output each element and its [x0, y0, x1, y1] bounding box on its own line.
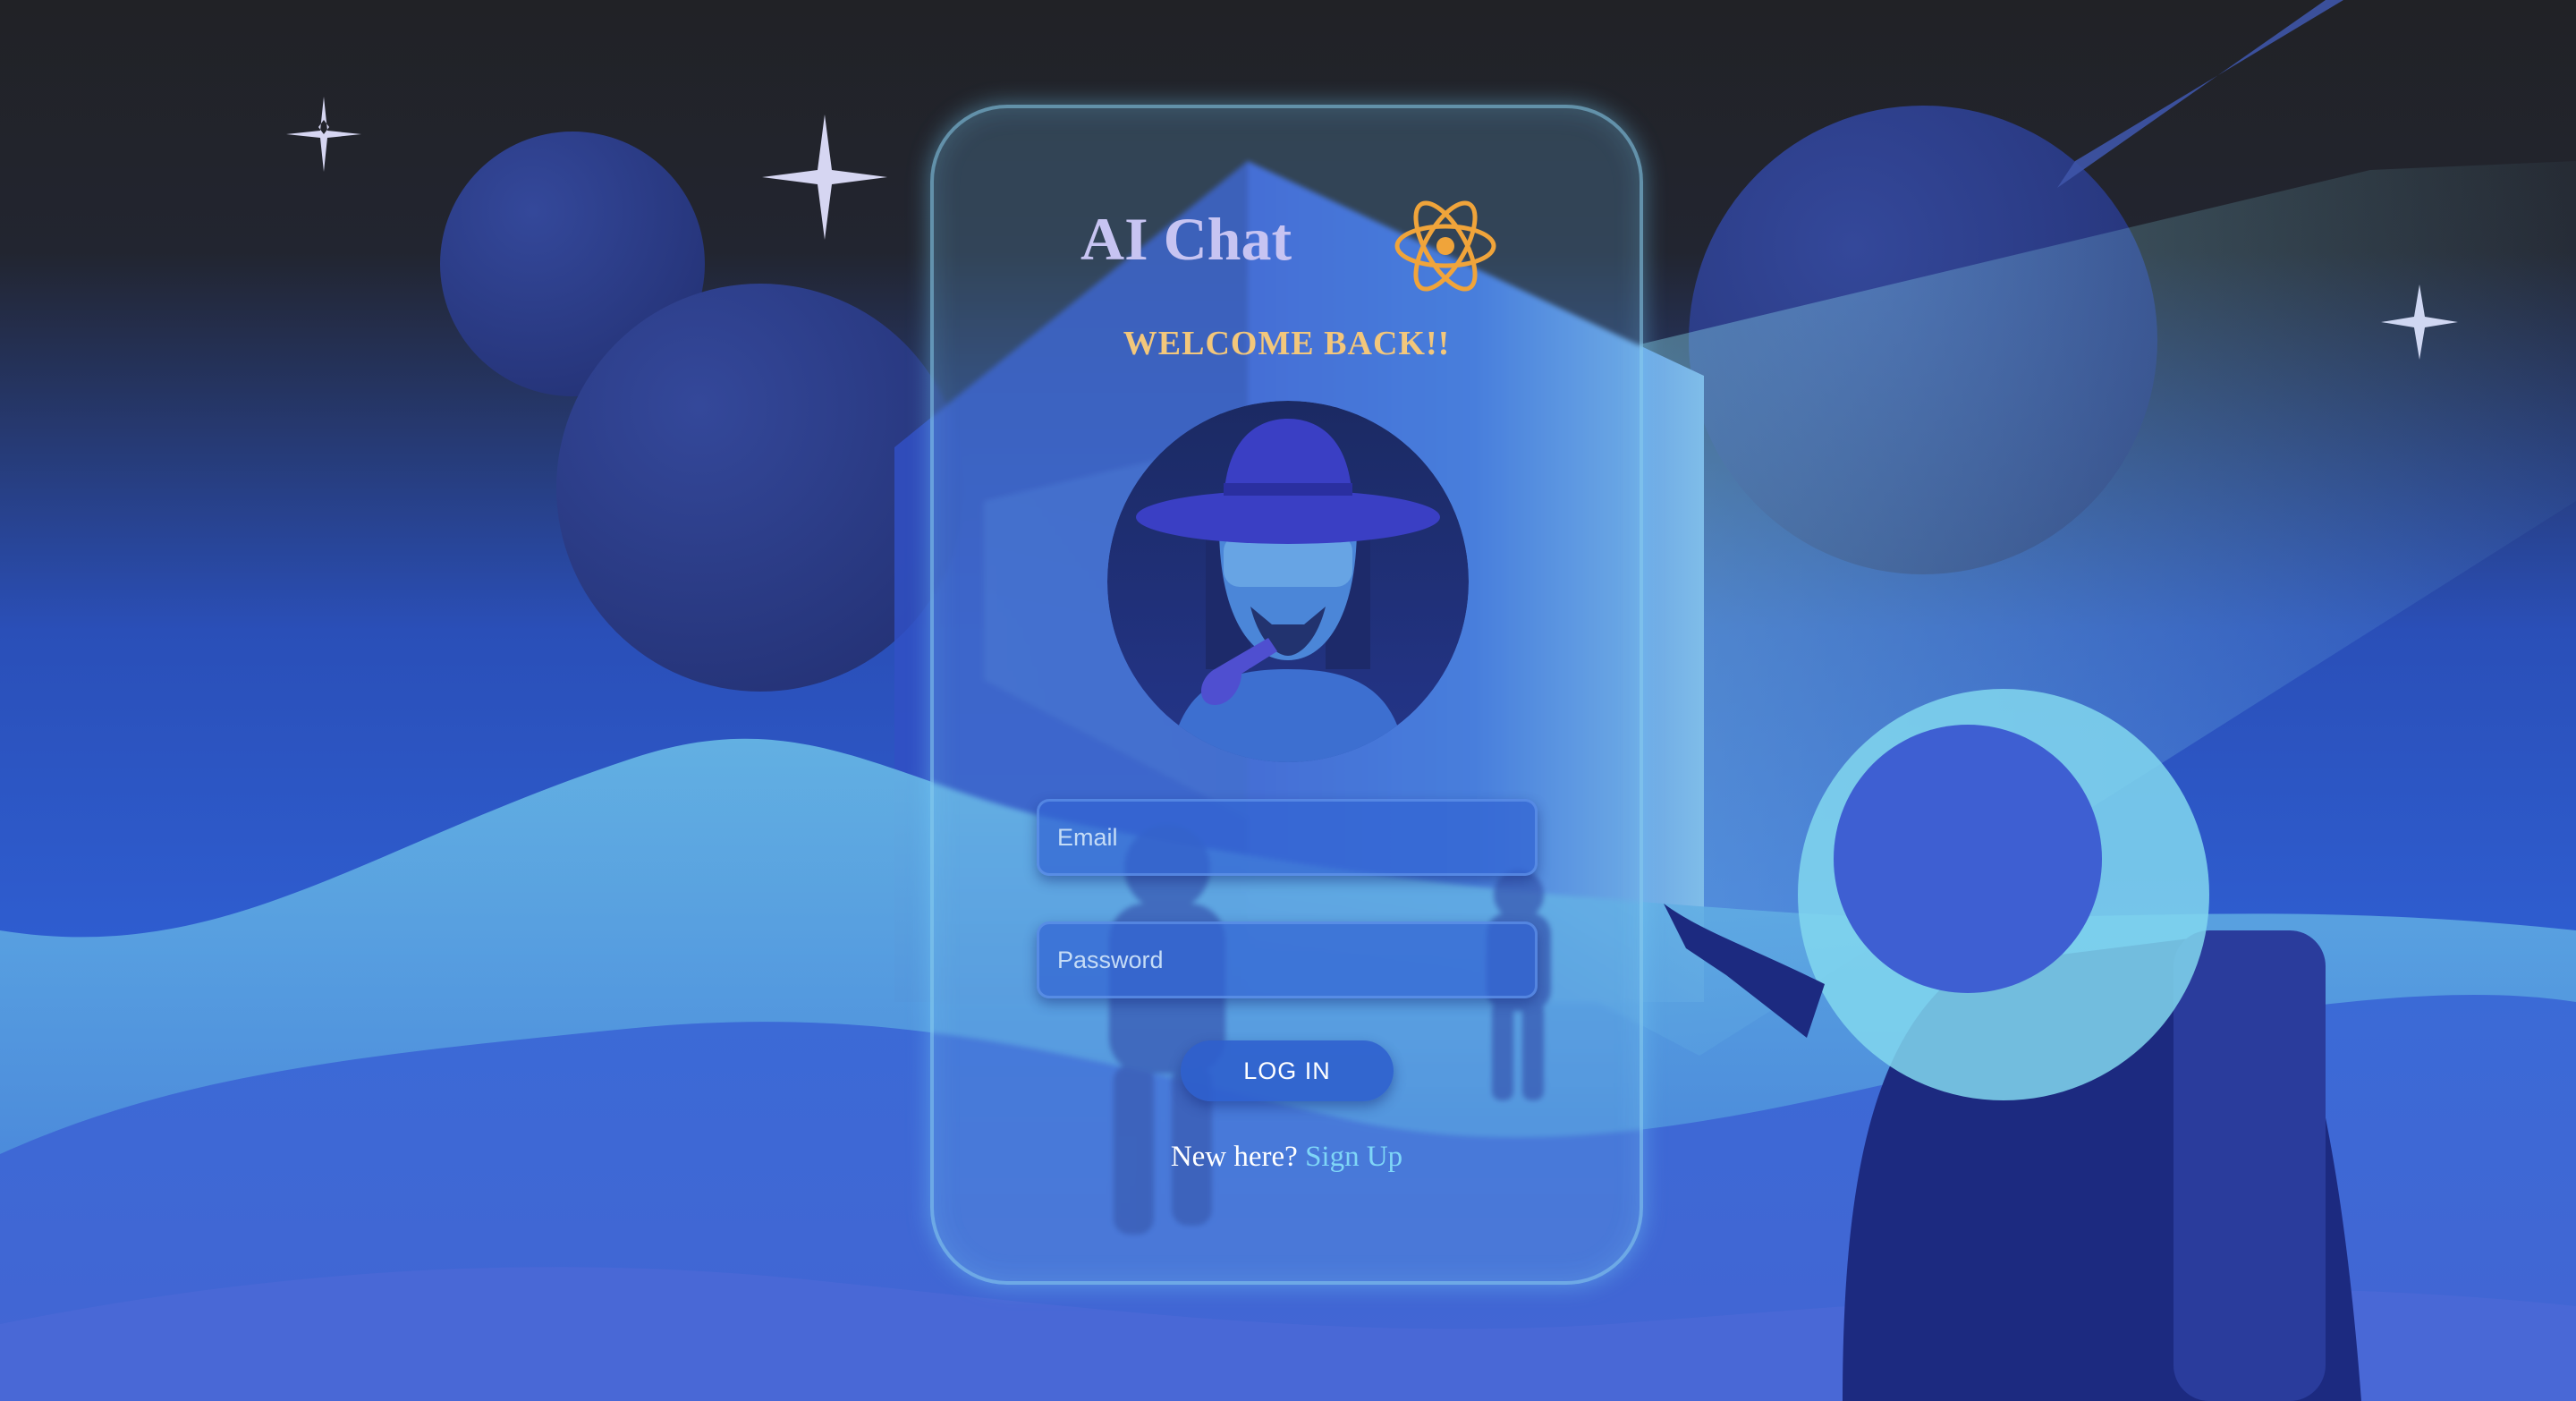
login-button[interactable]: LOG IN: [1181, 1040, 1394, 1101]
password-field[interactable]: [1037, 921, 1538, 998]
user-avatar: [1107, 401, 1469, 762]
signup-link[interactable]: Sign Up: [1305, 1141, 1402, 1173]
signup-prompt-line: New here? Sign Up: [930, 1141, 1643, 1174]
atom-icon: [1394, 200, 1496, 292]
welcome-heading: WELCOME BACK!!: [1123, 325, 1451, 362]
signup-prompt: New here?: [1170, 1141, 1298, 1173]
email-field[interactable]: [1037, 799, 1538, 876]
app-title: AI Chat: [1080, 205, 1292, 273]
